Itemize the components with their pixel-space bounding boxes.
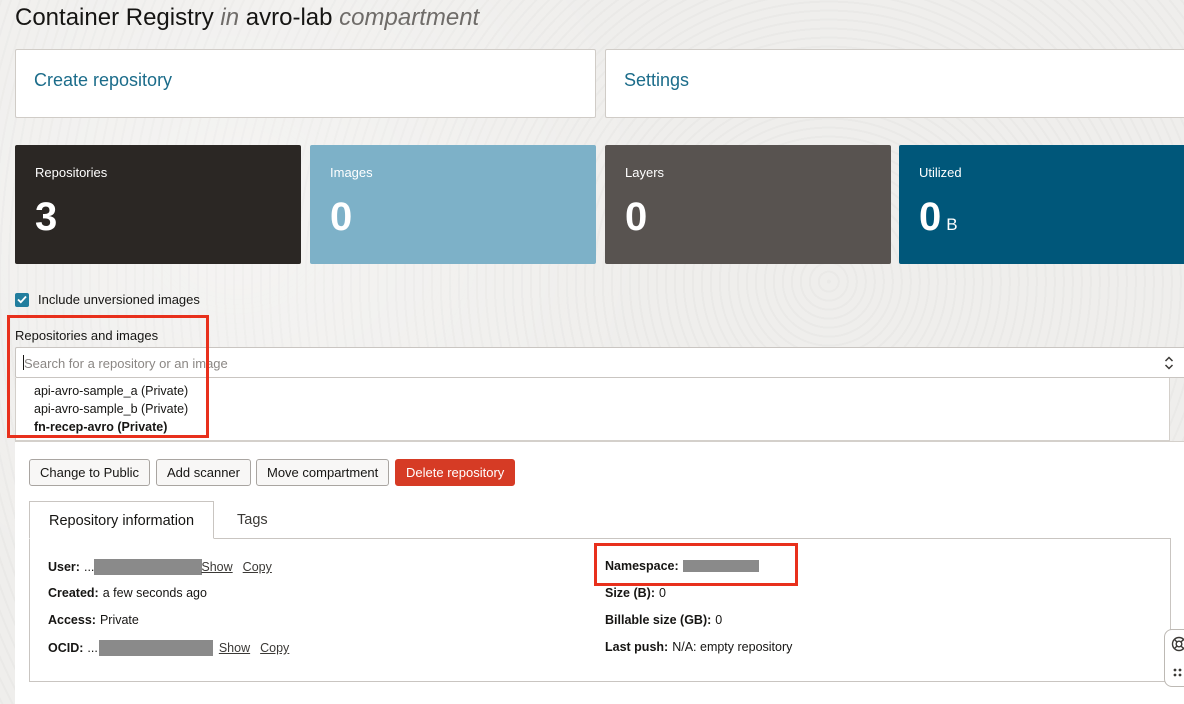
create-repository-link[interactable]: Create repository [34, 70, 172, 90]
ocid-show-link[interactable]: Show [219, 641, 250, 655]
redacted-ocid-value [98, 640, 213, 656]
size-row: Size (B): 0 [605, 586, 666, 600]
repository-search-input[interactable] [22, 354, 1142, 372]
change-to-public-button[interactable]: Change to Public [29, 459, 151, 486]
stat-label: Utilized [919, 165, 962, 180]
help-widget[interactable] [1164, 629, 1184, 687]
move-compartment-button[interactable]: Move compartment [256, 459, 390, 486]
ocid-copy-link[interactable]: Copy [260, 641, 289, 655]
settings-link[interactable]: Settings [624, 70, 689, 90]
size-value: 0 [659, 586, 666, 600]
repository-list-item-selected[interactable]: fn-recep-avro (Private) [34, 420, 167, 434]
grid-dots-icon [1173, 668, 1182, 677]
add-scanner-button[interactable]: Add scanner [156, 459, 251, 486]
page-title-in: in [220, 4, 240, 31]
text-cursor [23, 355, 24, 370]
namespace-row: Namespace: [605, 559, 759, 573]
stat-label: Repositories [35, 165, 108, 180]
redacted-user-value [94, 559, 203, 575]
repository-search-box[interactable] [15, 347, 1184, 378]
sort-updown-icon[interactable] [1163, 355, 1175, 371]
access-row: Access: Private [48, 613, 139, 627]
tab-repository-information[interactable]: Repository information [29, 501, 215, 539]
stat-value: 0B [919, 195, 958, 239]
stat-utilized: Utilized 0B [899, 145, 1184, 264]
user-value-prefix: ... [83, 560, 95, 574]
settings-card[interactable]: Settings [605, 49, 1184, 118]
stat-layers: Layers 0 [605, 145, 891, 264]
ocid-value-prefix: ... [87, 641, 98, 655]
include-unversioned-label: Include unversioned images [38, 292, 200, 307]
redacted-namespace-value [682, 560, 759, 572]
namespace-label: Namespace: [605, 559, 679, 573]
lifebuoy-icon [1171, 636, 1184, 652]
stat-images: Images 0 [310, 145, 596, 264]
user-copy-link[interactable]: Copy [243, 560, 272, 574]
stat-label: Images [330, 165, 373, 180]
include-unversioned-row[interactable]: Include unversioned images [15, 292, 200, 307]
delete-repository-button[interactable]: Delete repository [395, 459, 516, 486]
repositories-section-label: Repositories and images [15, 328, 159, 343]
stat-value: 3 [35, 195, 58, 239]
tab-tags[interactable]: Tags [218, 501, 287, 539]
ocid-label: OCID: [48, 641, 84, 655]
page-title-compartment: avro-lab [245, 4, 333, 31]
size-label: Size (B): [605, 586, 655, 600]
last-push-label: Last push: [605, 640, 669, 654]
access-label: Access: [48, 613, 96, 627]
ocid-row: OCID: ... Show Copy [48, 640, 289, 656]
last-push-row: Last push: N/A: empty repository [605, 640, 792, 654]
stat-value: 0 [330, 195, 353, 239]
page-title-suffix: compartment [339, 4, 480, 31]
repository-list: api-avro-sample_a (Private) api-avro-sam… [15, 378, 1170, 441]
page-title-main: Container Registry [15, 4, 214, 31]
stat-label: Layers [625, 165, 665, 180]
user-row: User: ... Show Copy [48, 559, 272, 575]
billable-size-row: Billable size (GB): 0 [605, 613, 722, 627]
stat-value: 0 [625, 195, 648, 239]
repository-list-item[interactable]: api-avro-sample_b (Private) [34, 402, 188, 416]
stat-repositories: Repositories 3 [15, 145, 301, 264]
user-label: User: [48, 560, 80, 574]
page-title: Container Registry in avro-lab compartme… [15, 4, 479, 32]
user-show-link[interactable]: Show [201, 560, 232, 574]
checkmark-icon [17, 295, 27, 304]
repository-list-item[interactable]: api-avro-sample_a (Private) [34, 384, 188, 398]
create-repository-card[interactable]: Create repository [15, 49, 596, 118]
created-row: Created: a few seconds ago [48, 586, 207, 600]
billable-size-value: 0 [715, 613, 723, 627]
access-value: Private [99, 613, 139, 627]
created-value: a few seconds ago [102, 586, 207, 600]
include-unversioned-checkbox[interactable] [15, 292, 29, 307]
stat-unit: B [946, 215, 958, 234]
created-label: Created: [48, 586, 99, 600]
billable-size-label: Billable size (GB): [605, 613, 712, 627]
last-push-value: N/A: empty repository [672, 640, 793, 654]
